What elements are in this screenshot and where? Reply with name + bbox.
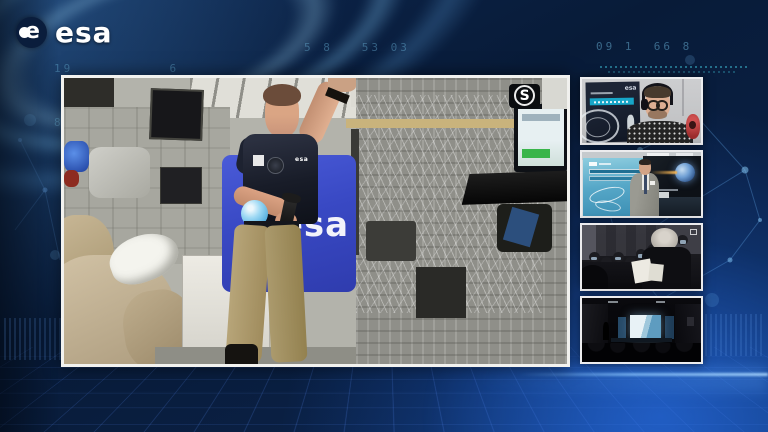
esa-logo-disc-icon: e — [16, 17, 47, 48]
iss-display-screen — [160, 167, 203, 204]
esa-logo: e esa — [16, 16, 113, 49]
astronaut-head — [265, 88, 299, 137]
light-streak-line — [518, 373, 768, 376]
skype-s-icon: S — [520, 88, 530, 104]
skype-badge: S — [509, 84, 540, 108]
audience-member-masked — [589, 252, 600, 262]
presenter-tie — [644, 174, 647, 193]
astronaut-mission-patch — [267, 157, 284, 175]
poster-text-line — [590, 92, 613, 94]
red-plush-mascot — [686, 114, 700, 138]
iss-laptop-screen — [518, 109, 563, 167]
poster-cyan-title-strip — [590, 97, 634, 105]
iss-rack-module — [416, 267, 466, 318]
speaker-silhouette — [603, 322, 609, 339]
projection-screen — [630, 315, 661, 339]
wall-speaker — [687, 317, 694, 326]
guest-patterned-sweater — [627, 121, 692, 145]
camera-overlay-icon — [690, 229, 697, 235]
ceiling-light — [656, 301, 666, 303]
dotted-data-row — [600, 66, 750, 68]
astronaut-flag-patch — [253, 155, 264, 165]
foreground-silhouette — [580, 265, 608, 291]
guest-glasses — [647, 100, 668, 107]
iss-interior-scene: esa esa S — [64, 78, 567, 364]
stage-edge — [611, 338, 673, 342]
poster-orbit-graphic — [585, 116, 610, 137]
astronaut-right-leg — [265, 224, 308, 363]
audience-silhouettes — [582, 343, 701, 362]
thumbnail-auditorium-video[interactable] — [580, 296, 703, 364]
iss-blue-equipment — [64, 141, 89, 172]
poster-esa-logo: esa — [624, 84, 636, 91]
ceiling-light — [608, 301, 618, 303]
main-video-feed-astronaut[interactable]: esa esa S — [61, 75, 570, 367]
iss-black-table — [462, 170, 567, 205]
iss-white-panel — [542, 78, 567, 109]
esa-livestream-screen: 19 6 8 08 95 55 5 8 53 03 6 96 1 95 3 53… — [0, 0, 768, 432]
iss-storage-pouch — [89, 147, 149, 198]
left-edge-shadow — [0, 0, 58, 432]
papers-in-hand — [648, 263, 664, 282]
astronaut-foot — [225, 344, 258, 364]
iss-display-screen — [149, 89, 204, 142]
presenter-head — [639, 160, 651, 175]
light-streak-band — [468, 366, 768, 392]
stage-side-banner — [618, 317, 626, 339]
wall-corner-line — [682, 79, 684, 116]
thumbnail-audience-video[interactable] — [580, 223, 703, 291]
stage-side-banner — [665, 316, 673, 339]
equalizer-bars-left — [4, 318, 64, 360]
headphones-earcup — [641, 99, 648, 109]
audience-member-masked — [613, 252, 624, 262]
thumbnail-presenter-video[interactable] — [580, 150, 703, 218]
dotted-data-row — [608, 71, 736, 73]
presenter-name-badge — [650, 181, 655, 185]
astronaut-esa-chest-logo: esa — [290, 154, 313, 165]
thumbnail-remote-guest-video[interactable]: esa — [580, 77, 703, 145]
iss-laptop — [514, 104, 567, 173]
esa-logo-letter: e — [25, 19, 40, 44]
equalizer-bars-right — [700, 314, 762, 356]
iss-red-equipment — [64, 170, 79, 187]
earth-globe-graphic — [675, 163, 695, 182]
esa-logo-text: esa — [55, 16, 113, 49]
iss-rack-module — [366, 221, 416, 261]
